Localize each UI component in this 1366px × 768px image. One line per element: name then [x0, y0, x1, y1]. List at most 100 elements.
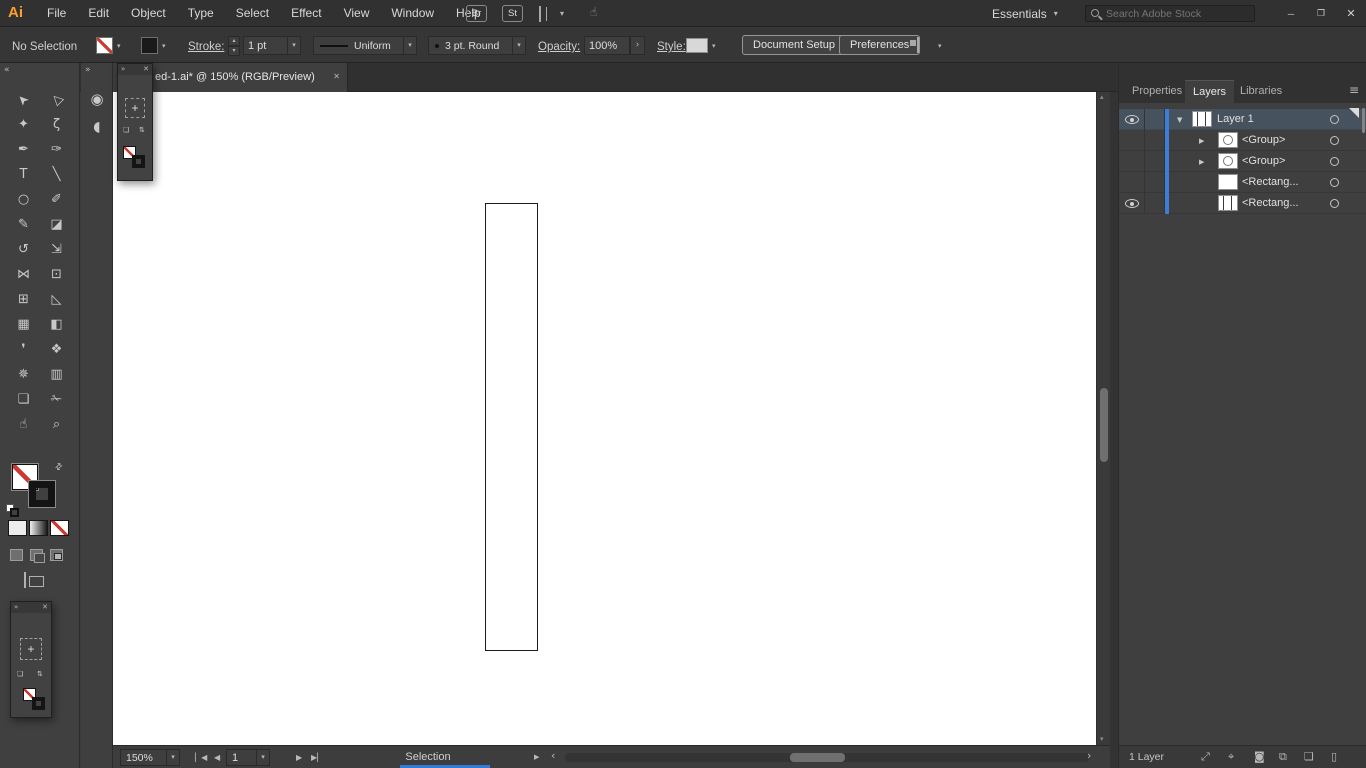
- collapse-dock-icon[interactable]: [4, 66, 10, 75]
- rotate-tool[interactable]: ↺: [7, 237, 40, 262]
- fill-color-swatch[interactable]: [96, 37, 113, 54]
- disclosure-icon[interactable]: ▶: [1199, 158, 1204, 166]
- vertical-scrollbar[interactable]: [1096, 92, 1110, 745]
- disclosure-icon[interactable]: ▼: [1177, 116, 1182, 124]
- stroke-width-combo[interactable]: [243, 36, 301, 55]
- layer-thumbnail[interactable]: [1218, 174, 1238, 190]
- fill-chevron-icon[interactable]: [117, 43, 121, 50]
- artboard-tool[interactable]: ❏: [7, 387, 40, 412]
- plus-tool[interactable]: +: [125, 98, 145, 118]
- mini-mode-left-icon[interactable]: ❏: [17, 670, 23, 678]
- style-label[interactable]: Style:: [657, 41, 686, 53]
- close-button[interactable]: ✕: [1336, 0, 1366, 27]
- last-artboard-icon[interactable]: [311, 754, 323, 762]
- menu-effect[interactable]: Effect: [280, 0, 332, 27]
- draw-behind-icon[interactable]: [30, 549, 45, 563]
- eraser-tool[interactable]: ◪: [40, 212, 73, 237]
- style-chevron-icon[interactable]: [712, 43, 716, 50]
- preferences-button[interactable]: Preferences: [839, 35, 921, 55]
- ellipse-tool[interactable]: ○: [7, 187, 40, 212]
- menu-select[interactable]: Select: [225, 0, 280, 27]
- blend-tool[interactable]: ❖: [40, 337, 73, 362]
- mini-mode-right-icon[interactable]: ⇅: [139, 126, 145, 134]
- target-circle[interactable]: [1330, 157, 1339, 166]
- stroke-stepper[interactable]: [228, 36, 240, 56]
- scale-tool[interactable]: ⇲: [40, 237, 73, 262]
- draw-normal-icon[interactable]: [10, 549, 23, 561]
- panel-close-icon[interactable]: [143, 66, 149, 73]
- stroke-color-swatch[interactable]: [141, 37, 158, 54]
- stepper-up-icon[interactable]: [228, 36, 240, 46]
- stock-button[interactable]: St: [502, 5, 523, 22]
- scroll-right-icon[interactable]: [1087, 750, 1091, 761]
- layer-name[interactable]: <Group>: [1242, 134, 1285, 146]
- tab-libraries[interactable]: Libraries: [1232, 80, 1290, 103]
- chevron-down-icon[interactable]: [166, 750, 179, 765]
- mini-stroke-swatch[interactable]: [32, 697, 45, 710]
- layer-thumbnail[interactable]: [1192, 111, 1212, 127]
- artwork-rectangle[interactable]: [485, 203, 538, 651]
- default-fill-stroke-icon[interactable]: [6, 504, 20, 518]
- opacity-field[interactable]: [584, 36, 630, 55]
- menu-edit[interactable]: Edit: [77, 0, 120, 27]
- shape-builder-tool[interactable]: ⊞: [7, 287, 40, 312]
- perspective-grid-tool[interactable]: ◺: [40, 287, 73, 312]
- mesh-tool[interactable]: ▦: [7, 312, 40, 337]
- opacity-label[interactable]: Opacity:: [538, 41, 580, 53]
- lock-toggle[interactable]: [1145, 193, 1165, 214]
- tab-properties[interactable]: Properties: [1124, 80, 1190, 103]
- first-artboard-icon[interactable]: [195, 754, 207, 762]
- swap-fill-stroke-icon[interactable]: [54, 462, 66, 474]
- layer-name[interactable]: <Rectang...: [1242, 176, 1299, 188]
- menu-type[interactable]: Type: [177, 0, 225, 27]
- locate-object-icon[interactable]: ⌖: [1228, 750, 1234, 764]
- search-input[interactable]: [1106, 6, 1252, 21]
- stroke-width-input[interactable]: [244, 39, 282, 52]
- lasso-tool[interactable]: ζ: [40, 112, 73, 137]
- touch-workspace-icon[interactable]: [590, 6, 597, 18]
- disclosure-icon[interactable]: ▶: [1199, 137, 1204, 145]
- paintbrush-tool[interactable]: ✐: [40, 187, 73, 212]
- stroke-profile-dropdown[interactable]: Uniform: [313, 36, 417, 55]
- layer-row-group2[interactable]: ▶ <Group>: [1119, 151, 1366, 172]
- curvature-tool[interactable]: ✑: [40, 137, 73, 162]
- document-setup-button[interactable]: Document Setup: [742, 35, 846, 55]
- stroke-chevron-icon[interactable]: [162, 43, 166, 50]
- visibility-toggle[interactable]: [1119, 151, 1145, 172]
- column-graph-tool[interactable]: ▥: [40, 362, 73, 387]
- color-button[interactable]: [9, 521, 26, 535]
- panel-close-icon[interactable]: [42, 604, 48, 611]
- plus-tool[interactable]: +: [20, 638, 42, 660]
- layer-name[interactable]: <Group>: [1242, 155, 1285, 167]
- mini-mode-right-icon[interactable]: ⇅: [37, 670, 43, 678]
- vertical-scroll-thumb[interactable]: [1100, 388, 1108, 462]
- stroke-swatch[interactable]: [28, 480, 56, 508]
- create-layer-icon[interactable]: ❏: [1304, 750, 1314, 763]
- eyedropper-tool[interactable]: ❜: [7, 337, 40, 362]
- opacity-input[interactable]: [585, 39, 625, 52]
- zoom-tool[interactable]: ⌕: [40, 412, 73, 437]
- create-sublayer-icon[interactable]: ⧉: [1279, 750, 1287, 764]
- slice-tool[interactable]: ✁: [40, 387, 73, 412]
- status-flyout-icon[interactable]: [534, 754, 539, 761]
- visibility-toggle[interactable]: [1119, 109, 1145, 130]
- pencil-tool[interactable]: ✎: [7, 212, 40, 237]
- status-tool-indicator[interactable]: Selection: [368, 751, 488, 763]
- bridge-button[interactable]: Br: [466, 5, 487, 22]
- magic-wand-tool[interactable]: ✦: [7, 112, 40, 137]
- draw-inside-icon[interactable]: [50, 549, 63, 561]
- minimize-button[interactable]: ─: [1276, 0, 1306, 27]
- mini-stroke-swatch[interactable]: [132, 155, 145, 168]
- scroll-up-icon[interactable]: [1100, 94, 1104, 101]
- horizontal-scroll-thumb[interactable]: [790, 753, 845, 762]
- arrange-documents-icon[interactable]: [539, 6, 541, 22]
- layer-row-rectangle1[interactable]: <Rectang...: [1119, 172, 1366, 193]
- tab-layers[interactable]: Layers: [1185, 80, 1235, 103]
- canvas[interactable]: [113, 92, 1096, 745]
- line-segment-tool[interactable]: ╲: [40, 162, 73, 187]
- artboard-navigation-field[interactable]: [226, 749, 270, 766]
- opacity-flyout-button[interactable]: [630, 36, 645, 55]
- chevron-down-icon[interactable]: [512, 37, 525, 54]
- page-tool[interactable]: ◖: [84, 115, 110, 139]
- brush-dropdown[interactable]: 3 pt. Round: [428, 36, 526, 55]
